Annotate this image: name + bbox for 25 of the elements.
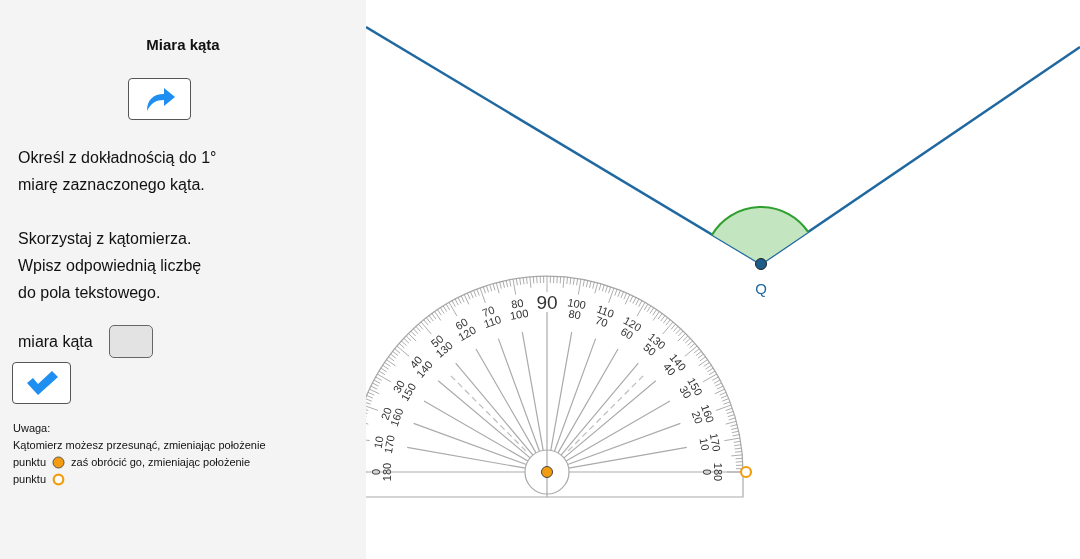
rotate-handle[interactable] — [739, 465, 753, 479]
scale-label: 90 — [536, 291, 558, 313]
answer-field[interactable] — [108, 325, 153, 358]
instruction-text: Określ z dokładnością do 1° miarę zaznaczonego kąta. — [18, 148, 218, 195]
check-button[interactable] — [12, 362, 71, 404]
ring-icon — [52, 473, 66, 486]
note-text: punktu — [13, 472, 47, 487]
note-heading: Uwaga: — [13, 421, 52, 436]
field-label: miara kąta — [18, 331, 93, 352]
redo-button[interactable] — [128, 78, 191, 120]
note-text: zaś obrócić go, zmieniając położenie — [71, 455, 251, 470]
scale-label: 180 — [712, 462, 724, 482]
scale-label: 180 — [381, 462, 393, 482]
checkmark-icon — [24, 370, 59, 396]
note-text: punktu — [13, 455, 47, 470]
scale-label: 0 — [370, 468, 382, 476]
scale-label: 80 — [510, 296, 525, 311]
move-handle[interactable] — [541, 466, 553, 478]
scale-label: 10 — [371, 435, 386, 450]
point-icon — [52, 456, 66, 469]
instruction-text: Skorzystaj z kątomierza. Wpisz odpowiednią liczbę do pola tekstowego. — [18, 229, 203, 303]
point-label: Q — [755, 280, 767, 297]
note-text: Kątomierz możesz przesunąć, zmieniając położenie — [13, 438, 266, 453]
panel-title: Miara kąta — [145, 35, 221, 54]
scale-label: 0 — [701, 468, 713, 476]
